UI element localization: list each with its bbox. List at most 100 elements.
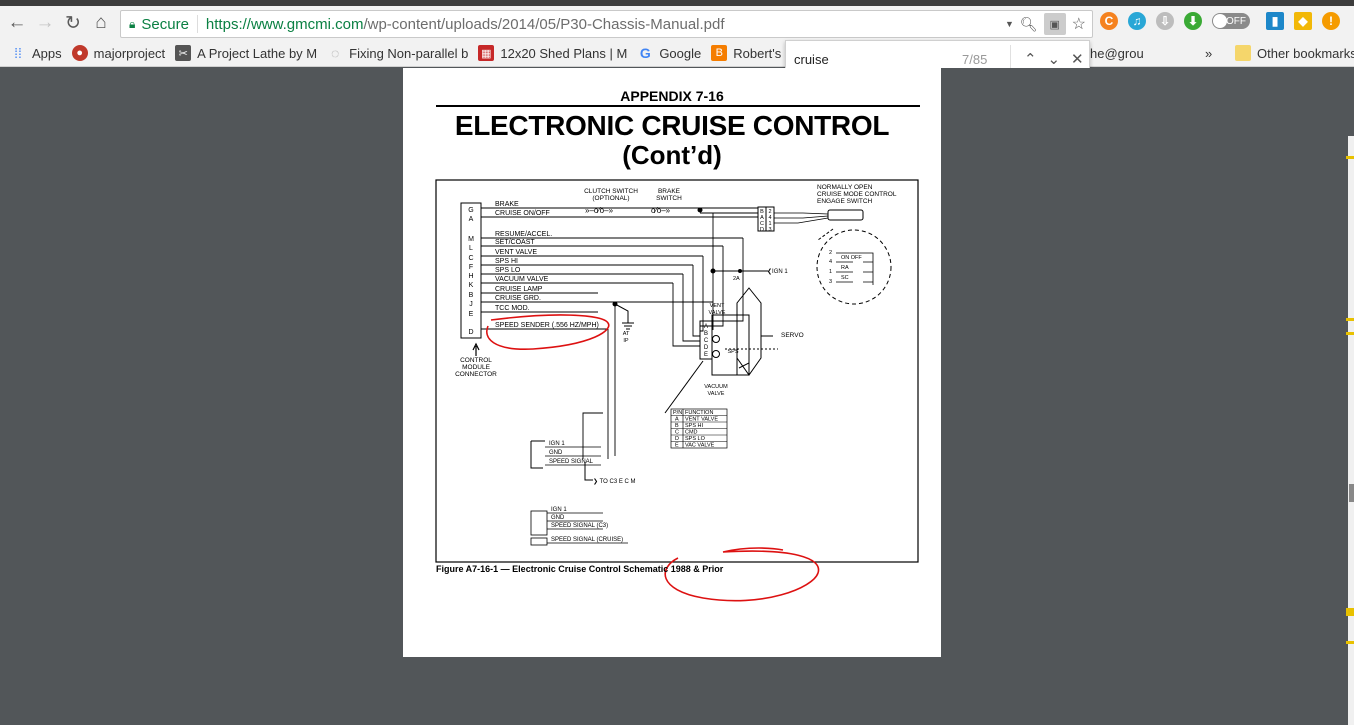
find-input[interactable]	[794, 51, 944, 67]
pdf-viewer[interactable]: APPENDIX 7-16 ELECTRONIC CRUISE CONTROL …	[0, 68, 1354, 725]
clutch-switch-label-1: CLUTCH SWITCH	[584, 188, 638, 195]
wire	[692, 265, 700, 337]
find-match-marker	[1346, 318, 1354, 321]
connector-pin: L	[469, 245, 473, 252]
pin-table-cell: C	[675, 430, 679, 436]
brake-switch-symbol: o⁄o–»	[651, 206, 671, 215]
sps-label: SPS	[727, 349, 738, 355]
connector-wire-label: IGN 1	[551, 507, 567, 513]
connector-label-3: CONNECTOR	[455, 371, 497, 378]
wire-label: BRAKE	[495, 201, 519, 208]
pin-table-cell: VENT VALVE	[685, 417, 718, 423]
other-bookmarks[interactable]: Other bookmarks	[1235, 45, 1354, 61]
switch-detail-circle	[816, 229, 892, 305]
wire-label: TCC MOD.	[495, 305, 530, 312]
connector-wire-label: SPEED SIGNAL	[549, 459, 594, 465]
blogger-icon: B	[711, 45, 728, 61]
vent-valve-solenoid	[712, 335, 720, 343]
shed-icon: ▦	[478, 45, 495, 61]
bookmarks-overflow-button[interactable]: »	[1205, 46, 1212, 61]
apps-icon: ⁞⁞	[14, 45, 22, 61]
dropdown-icon[interactable]: ▼	[1005, 19, 1014, 29]
headphones-extension-icon[interactable]: ♫	[1128, 12, 1146, 30]
wire-label: CRUISE ON/OFF	[495, 210, 550, 217]
yellow-extension-icon[interactable]: ◆	[1294, 12, 1312, 30]
wire-label: CRUISE GRD.	[495, 295, 541, 302]
bookmark-project-lathe[interactable]: ✂ A Project Lathe by M	[175, 45, 317, 61]
alert-extension-icon[interactable]: !	[1322, 12, 1340, 30]
blue-extension-icon[interactable]: ▮	[1266, 12, 1284, 30]
url-text[interactable]: https://www.gmcmi.com/wp-content/uploads…	[206, 16, 725, 33]
figure-caption: Figure A7-16-1 — Electronic Cruise Contr…	[436, 564, 724, 574]
connector-block	[530, 510, 548, 536]
security-label: Secure	[141, 15, 189, 33]
pdf-search-icon[interactable]: ▣	[1043, 13, 1066, 35]
detail-label: RA	[841, 265, 849, 271]
bookmark-majorproject[interactable]: ● majorproject	[71, 45, 165, 61]
download-extension-icon[interactable]: ⇩	[1156, 12, 1174, 30]
bookmarks-bar: ⁞⁞ Apps ● majorproject ✂ A Project Lathe by…	[0, 40, 1354, 67]
find-match-marker	[1346, 332, 1354, 335]
url-host: https://www.gmcmi.com	[205, 15, 364, 33]
green-download-extension-icon[interactable]: ⬇	[1184, 12, 1202, 30]
wire-label: VENT VALVE	[495, 249, 537, 256]
pin-table-cell: E	[675, 443, 679, 449]
pin-table-cell: CMD	[685, 430, 698, 436]
wire-label: SPEED SENDER (.556 HZ/MPH)	[495, 322, 599, 329]
star-icon[interactable]: ☆	[1072, 14, 1086, 34]
find-close-button[interactable]: ✕	[1066, 50, 1089, 68]
clutch-switch-symbol: »–o⁄o–»	[585, 206, 614, 215]
wire-label: SET/COAST	[495, 239, 535, 246]
detail-pin: 1	[829, 269, 832, 275]
detail-label: ON OFF	[841, 255, 862, 261]
connector-pin: G	[468, 207, 473, 214]
pin-table-cell: VAC VALVE	[685, 443, 715, 449]
connector-wire-label: GND	[551, 515, 565, 521]
fuse-label: 2A	[733, 276, 740, 282]
forward-button[interactable]: →	[31, 9, 59, 37]
connector-wire-label: SPEED SIGNAL (C3)	[551, 523, 608, 529]
double-chevron-icon: »	[1205, 45, 1213, 61]
bookmark-shed-plans[interactable]: ▦ 12x20 Shed Plans | M	[478, 45, 627, 61]
lock-icon: 🔒︎	[129, 16, 136, 31]
reload-button[interactable]: ↻	[59, 9, 87, 37]
toggle-off-extension[interactable]: OFF	[1212, 13, 1250, 29]
bookmark-apps[interactable]: ⁞⁞ Apps	[10, 45, 62, 61]
scrollbar-thumb[interactable]	[1349, 484, 1354, 502]
scrollbar[interactable]	[1348, 136, 1354, 725]
find-match-marker	[1346, 641, 1354, 644]
brake-switch-label-2: SWITCH	[656, 195, 682, 202]
vacuum-valve-label-2: VALVE	[708, 391, 725, 397]
find-next-button[interactable]: ⌄	[1042, 50, 1065, 68]
detail-pin: 4	[829, 259, 832, 265]
ground-label-1: AT	[623, 331, 630, 337]
chevron-down-icon: ⌄	[1047, 51, 1061, 68]
connector-pin: M	[468, 236, 474, 243]
chevron-up-icon: ⌃	[1024, 51, 1037, 68]
bookmark-google[interactable]: G Google	[637, 45, 701, 61]
pin-table-header: P/N	[673, 410, 682, 416]
bookmark-partial[interactable]: he@grou	[1090, 46, 1144, 61]
find-previous-button[interactable]: ⌃	[1019, 50, 1042, 68]
pin-table-cell: B	[675, 423, 679, 429]
connector-label-2: MODULE	[462, 364, 490, 371]
to-ecm-label: ❯ TO C3 E C M	[593, 478, 636, 485]
vacuum-valve-solenoid	[712, 350, 720, 358]
home-button[interactable]: ⌂	[87, 9, 115, 37]
wire-label: RESUME/ACCEL.	[495, 231, 552, 238]
ign-label: ❮IGN 1	[767, 268, 788, 275]
address-bar[interactable]: 🔒︎ Secure https://www.gmcmi.com/wp-conte…	[120, 10, 1093, 38]
zoom-icon[interactable]: 🔍︎	[1020, 16, 1038, 33]
connector-pin: J	[469, 301, 473, 308]
vacuum-valve-label-1: VACUUM	[704, 384, 728, 390]
ring-icon: ◌	[330, 45, 340, 61]
connector-pin: D	[468, 329, 473, 336]
find-result-count: 7/85	[962, 51, 988, 67]
bookmark-fixing-non-parallel[interactable]: ◌ Fixing Non-parallel b	[327, 45, 468, 61]
switch-pin: D	[760, 227, 764, 233]
connector-pin: H	[468, 273, 473, 280]
brake-switch-label-1: BRAKE	[658, 188, 681, 195]
orange-extension-icon[interactable]: C	[1100, 12, 1118, 30]
clutch-switch-label-2: (OPTIONAL)	[592, 195, 629, 202]
back-button[interactable]: ←	[3, 9, 31, 37]
